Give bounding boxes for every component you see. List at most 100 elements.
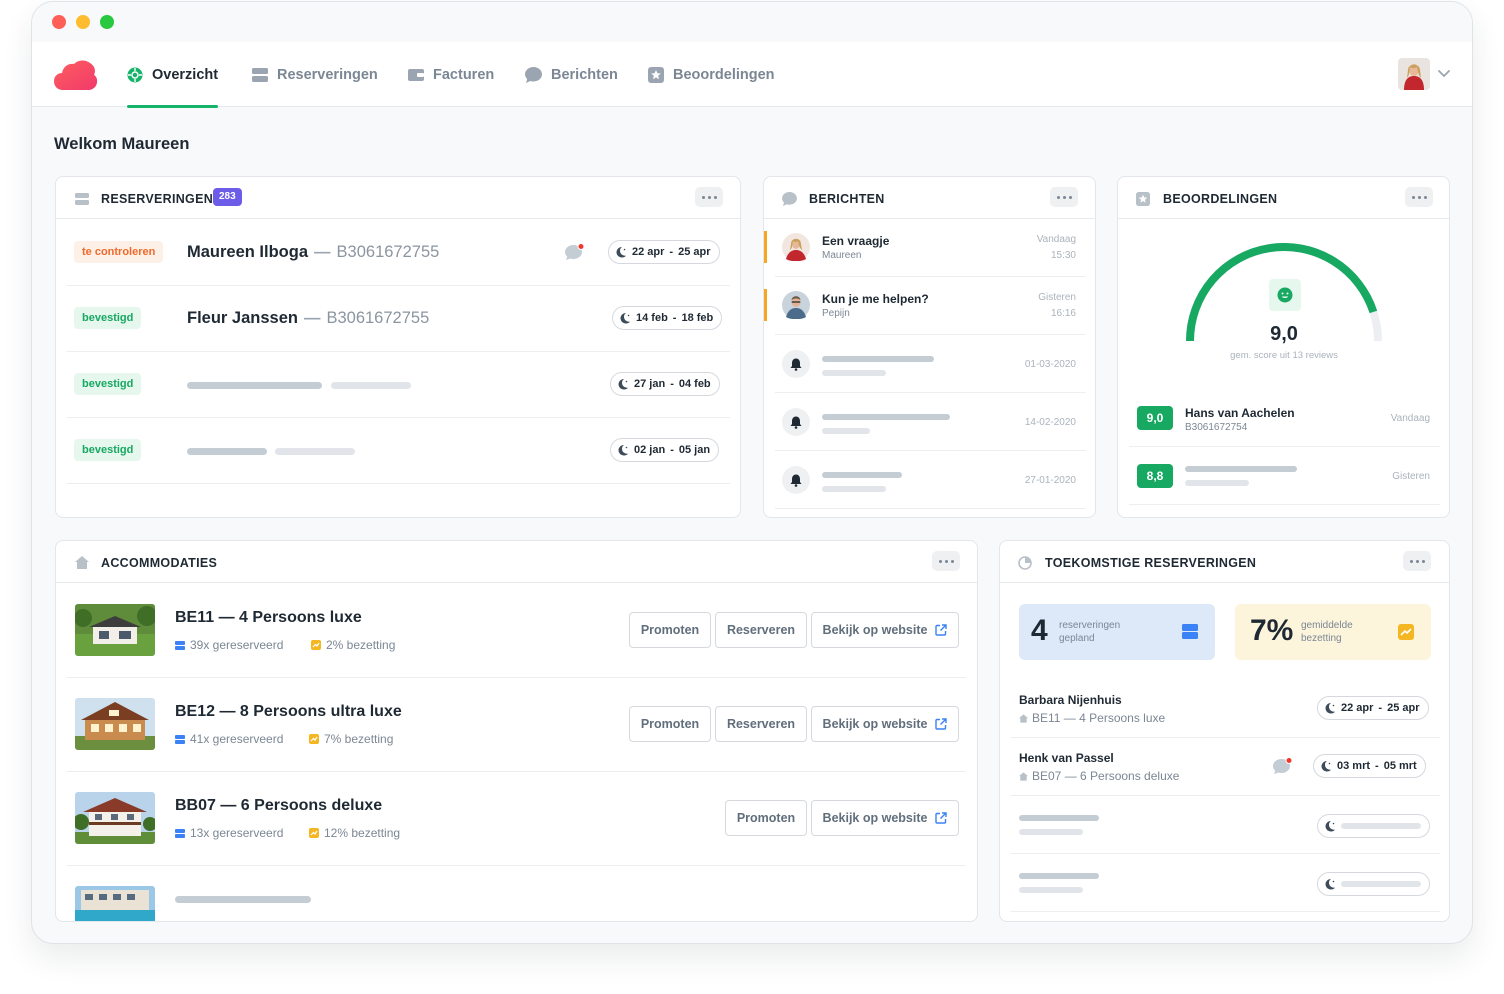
message-date: 14-02-2020	[1024, 417, 1076, 428]
review-date: Gisteren	[1392, 471, 1430, 482]
external-link-icon	[935, 812, 948, 824]
tab-beoordelingen[interactable]: Beoordelingen	[648, 42, 775, 107]
accommodation-photo[interactable]	[75, 886, 155, 921]
guest-name: Barbara Nijenhuis	[1019, 693, 1122, 707]
placeholder-bar	[1185, 480, 1249, 486]
card-header: RESERVERINGEN 283	[56, 177, 740, 219]
card-header: BEOORDELINGEN	[1118, 177, 1449, 219]
message-time: Gisteren 16:16	[1038, 292, 1076, 319]
moon-icon	[618, 379, 628, 390]
cloud-logo-icon[interactable]	[54, 58, 98, 97]
accommodation-photo[interactable]	[75, 698, 155, 750]
status-badge: bevestigd	[74, 439, 142, 461]
moon-icon	[1325, 879, 1335, 890]
reviewer-name: Hans van Aachelen	[1185, 406, 1295, 420]
more-options-button[interactable]	[1050, 187, 1078, 207]
promote-button[interactable]: Promoten	[629, 612, 711, 648]
message-sender: Pepijn	[822, 308, 850, 319]
accommodation-title[interactable]: BE12 — 8 Persoons ultra luxe	[175, 703, 402, 721]
status-badge: te controleren	[74, 241, 164, 263]
chat-icon	[782, 192, 797, 206]
row-divider	[67, 417, 730, 418]
clock-icon	[1018, 556, 1032, 570]
accommodation-photo[interactable]	[75, 604, 155, 656]
placeholder-bar	[187, 382, 322, 389]
more-options-button[interactable]	[932, 551, 960, 571]
reservations-icon	[175, 734, 185, 744]
average-occupancy-stat: 7% gemiddelde bezetting	[1235, 604, 1431, 660]
card-header: BERICHTEN	[764, 177, 1095, 219]
guest-name: Henk van Passel	[1019, 751, 1114, 765]
moon-icon	[616, 247, 626, 258]
bell-icon	[782, 408, 810, 436]
promote-button[interactable]: Promoten	[725, 800, 807, 836]
accommodation-label: BE11 — 4 Persoons luxe	[1019, 711, 1165, 725]
more-options-button[interactable]	[695, 187, 723, 207]
placeholder-bar	[1019, 829, 1083, 835]
row-divider	[67, 285, 730, 286]
tab-label: Berichten	[551, 66, 618, 83]
reserve-button[interactable]: Reserveren	[715, 706, 807, 742]
promote-button[interactable]: Promoten	[629, 706, 711, 742]
moon-icon	[1325, 821, 1335, 832]
moon-icon	[1321, 761, 1331, 772]
placeholder-bar	[1019, 815, 1099, 821]
placeholder-bar	[1019, 887, 1083, 893]
accommodation-label: BE07 — 6 Persoons deluxe	[1019, 769, 1179, 783]
chevron-down-icon[interactable]	[1438, 70, 1450, 78]
card-header: TOEKOMSTIGE RESERVERINGEN	[1000, 541, 1449, 583]
smiley-icon	[1269, 279, 1301, 311]
chat-notification-icon[interactable]	[565, 243, 585, 261]
status-badge: bevestigd	[74, 307, 142, 329]
tab-label: Overzicht	[152, 66, 219, 83]
moon-icon	[1325, 703, 1335, 714]
score-subtitle: gem. score uit 13 reviews	[1230, 350, 1338, 361]
avatar	[782, 291, 810, 319]
date-range-pill: 22 apr -25 apr	[1317, 696, 1429, 720]
placeholder-bar	[822, 356, 934, 362]
unread-indicator	[764, 231, 767, 263]
more-options-button[interactable]	[1403, 551, 1431, 571]
accommodations-card: ACCOMMODATIES BE11 — 4 Persoons luxe 39x…	[55, 540, 978, 922]
row-divider	[67, 677, 966, 678]
chat-notification-icon[interactable]	[1273, 757, 1293, 775]
reservation-name: Maureen Ilboga — B3061672755	[187, 243, 440, 261]
bell-icon	[782, 466, 810, 494]
planned-reservations-stat: 4 reserveringen gepland	[1019, 604, 1215, 660]
view-website-button[interactable]: Bekijk op website	[811, 706, 959, 742]
reservations-icon	[252, 67, 268, 82]
reserve-button[interactable]: Reserveren	[715, 612, 807, 648]
row-divider	[775, 450, 1086, 451]
placeholder-bar	[1341, 881, 1421, 887]
average-score: 9,0	[1270, 323, 1298, 345]
reviews-card: BEOORDELINGEN 9,0 gem. score uit 13 revi…	[1117, 176, 1450, 518]
more-options-button[interactable]	[1405, 187, 1433, 207]
tab-label: Facturen	[433, 66, 495, 83]
date-range-pill: 02 jan -05 jan	[610, 438, 720, 462]
accommodation-title[interactable]: BE11 — 4 Persoons luxe	[175, 609, 362, 627]
minimize-window-button[interactable]	[76, 15, 90, 29]
home-icon	[75, 556, 89, 569]
chart-trend-icon	[309, 828, 319, 838]
occupancy: 2% bezetting	[311, 638, 395, 652]
tab-facturen[interactable]: Facturen	[408, 42, 494, 107]
tab-berichten[interactable]: Berichten	[525, 42, 618, 107]
message-subject: Een vraagje	[822, 234, 890, 248]
accommodation-photo[interactable]	[75, 792, 155, 844]
chat-icon	[525, 66, 542, 83]
reservation-code: B3061672754	[1185, 422, 1248, 433]
reserved-count: 39x gereserveerd	[175, 638, 283, 652]
placeholder-bar	[822, 370, 886, 376]
user-avatar[interactable]	[1398, 58, 1430, 90]
view-website-button[interactable]: Bekijk op website	[811, 612, 959, 648]
accommodation-title[interactable]: BB07 — 6 Persoons deluxe	[175, 797, 382, 815]
row-divider	[1011, 795, 1440, 796]
reserved-count: 41x gereserveerd	[175, 732, 283, 746]
maximize-window-button[interactable]	[100, 15, 114, 29]
star-icon	[648, 66, 664, 83]
tab-overzicht[interactable]: Overzicht	[127, 42, 219, 108]
card-title: RESERVERINGEN	[101, 192, 214, 206]
view-website-button[interactable]: Bekijk op website	[811, 800, 959, 836]
tab-reserveringen[interactable]: Reserveringen	[252, 42, 378, 107]
close-window-button[interactable]	[52, 15, 66, 29]
